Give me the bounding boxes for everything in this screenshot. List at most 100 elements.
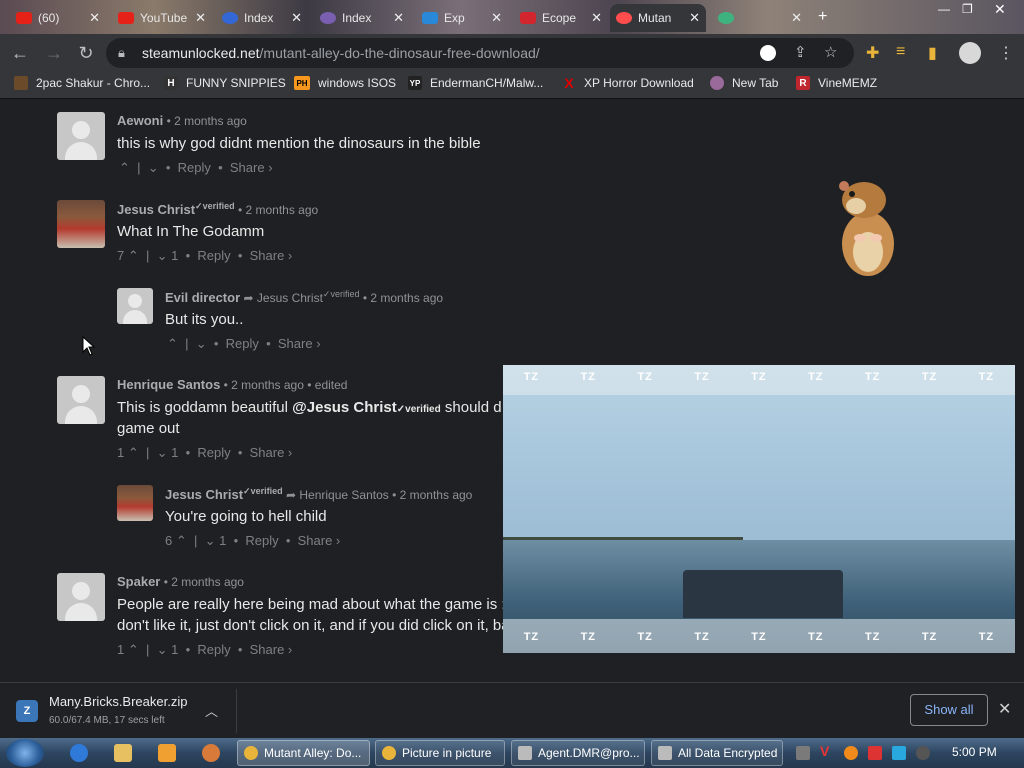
close-icon[interactable]: ✕ xyxy=(195,10,206,26)
bookmark-item[interactable]: X XP Horror Download xyxy=(562,75,694,91)
comment-time[interactable]: 2 months ago xyxy=(174,114,247,128)
browser-tab[interactable]: Index ✕ xyxy=(216,4,308,32)
tray-monitor-icon[interactable] xyxy=(892,746,906,760)
restore-icon[interactable]: ❐ xyxy=(962,2,973,16)
picture-in-picture-video[interactable]: TZ TZ TZ TZ TZ TZ TZ TZ TZ TZ TZ TZ TZ T… xyxy=(503,365,1015,653)
browser-tab[interactable]: (60) ✕ xyxy=(10,4,106,32)
close-icon[interactable]: ✕ xyxy=(89,10,100,26)
browser-tab[interactable]: YouTube ✕ xyxy=(112,4,212,32)
share-link[interactable]: Share › xyxy=(250,248,293,263)
tray-v-icon[interactable]: V xyxy=(820,743,834,759)
downvote-icon[interactable]: ⌄ xyxy=(148,160,159,175)
tray-flag-icon[interactable] xyxy=(868,746,882,760)
google-icon[interactable] xyxy=(760,45,776,61)
media-control-icon[interactable]: ≡ xyxy=(896,43,905,61)
upvote-icon[interactable]: ⌃ xyxy=(128,248,139,263)
reply-link[interactable]: Reply xyxy=(178,160,211,175)
close-icon[interactable]: ✕ xyxy=(591,10,602,26)
share-icon[interactable]: ⇪ xyxy=(794,43,807,61)
downvote-icon[interactable]: ⌄ xyxy=(157,642,168,657)
tray-app-icon[interactable] xyxy=(796,746,810,760)
system-clock[interactable]: 5:00 PM xyxy=(952,745,997,759)
close-icon[interactable]: ✕ xyxy=(393,10,404,26)
close-icon[interactable]: ✕ xyxy=(291,10,302,26)
mention-link[interactable]: @Jesus Christ xyxy=(292,399,397,416)
show-all-button[interactable]: Show all xyxy=(910,694,988,726)
reply-to-author[interactable]: Jesus Christ xyxy=(257,291,323,305)
share-link[interactable]: Share › xyxy=(230,160,273,175)
close-icon[interactable]: ✕ xyxy=(998,699,1011,719)
menu-icon[interactable]: ⋮ xyxy=(998,43,1014,63)
avatar[interactable] xyxy=(57,200,105,248)
comment-author[interactable]: Jesus Christ xyxy=(165,487,243,502)
tray-volume-icon[interactable] xyxy=(916,746,930,760)
start-button-icon[interactable] xyxy=(6,739,44,767)
comment-author[interactable]: Spaker xyxy=(117,574,160,589)
taskbar-item[interactable]: Mutant Alley: Do... xyxy=(237,740,370,766)
browser-tab[interactable]: Index ✕ xyxy=(314,4,410,32)
comment-time[interactable]: 2 months ago xyxy=(231,378,304,392)
folder-icon[interactable] xyxy=(114,744,132,762)
upvote-icon[interactable]: ⌃ xyxy=(128,445,139,460)
downvote-icon[interactable]: ⌄ xyxy=(196,336,207,351)
avatar[interactable] xyxy=(117,288,153,324)
new-tab-icon[interactable]: + xyxy=(818,8,827,26)
browser-tab[interactable]: Ecope ✕ xyxy=(514,4,608,32)
avatar[interactable] xyxy=(57,376,105,424)
downvote-icon[interactable]: ⌄ xyxy=(157,445,168,460)
side-panel-icon[interactable]: ▮ xyxy=(928,43,937,63)
avatar[interactable] xyxy=(57,573,105,621)
taskbar-item[interactable]: Agent.DMR@pro... xyxy=(511,740,645,766)
reply-link[interactable]: Reply xyxy=(245,533,278,548)
comment-author[interactable]: Evil director xyxy=(165,290,240,305)
comment-author[interactable]: Jesus Christ xyxy=(117,202,195,217)
reply-link[interactable]: Reply xyxy=(197,642,230,657)
taskbar-item[interactable]: All Data Encrypted xyxy=(651,740,783,766)
taskbar-item[interactable]: Picture in picture xyxy=(375,740,505,766)
share-link[interactable]: Share › xyxy=(250,445,293,460)
bookmark-item[interactable]: PH windows ISOS xyxy=(294,76,396,90)
upvote-icon[interactable]: ⌃ xyxy=(176,533,187,548)
forward-icon[interactable]: → xyxy=(42,41,66,65)
reload-icon[interactable]: ↻ xyxy=(74,41,98,65)
downvote-icon[interactable]: ⌄ xyxy=(205,533,216,548)
close-icon[interactable]: ✕ xyxy=(689,10,700,26)
downvote-icon[interactable]: ⌄ xyxy=(157,248,168,263)
url-text[interactable]: steamunlocked.net/mutant-alley-do-the-di… xyxy=(142,45,540,61)
bookmark-item[interactable]: H FUNNY SNIPPIES xyxy=(164,76,286,90)
reply-link[interactable]: Reply xyxy=(226,336,259,351)
bookmark-item[interactable]: R VineMEMZ xyxy=(796,76,877,90)
reply-to-author[interactable]: Henrique Santos xyxy=(299,488,388,502)
internet-explorer-icon[interactable] xyxy=(70,744,88,762)
comment-time[interactable]: 2 months ago xyxy=(171,575,244,589)
close-icon[interactable]: ✕ xyxy=(491,10,502,26)
bookmark-item[interactable]: 2pac Shakur - Chro... xyxy=(14,76,150,90)
download-filename[interactable]: Many.Bricks.Breaker.zip xyxy=(49,694,187,709)
paint-icon[interactable] xyxy=(202,744,220,762)
reply-link[interactable]: Reply xyxy=(197,445,230,460)
address-bar[interactable]: 🔒︎ steamunlocked.net/mutant-alley-do-the… xyxy=(106,38,854,68)
share-link[interactable]: Share › xyxy=(250,642,293,657)
upvote-icon[interactable]: ⌃ xyxy=(119,160,130,175)
upvote-icon[interactable]: ⌃ xyxy=(167,336,178,351)
chevron-up-icon[interactable]: ︿ xyxy=(205,701,218,720)
comment-time[interactable]: 2 months ago xyxy=(370,291,443,305)
close-icon[interactable]: ✕ xyxy=(791,10,802,26)
avatar[interactable] xyxy=(57,112,105,160)
avatar[interactable] xyxy=(117,485,153,521)
comment-author[interactable]: Aewoni xyxy=(117,113,163,128)
share-link[interactable]: Share › xyxy=(278,336,321,351)
comment-time[interactable]: 2 months ago xyxy=(245,203,318,217)
tray-search-icon[interactable] xyxy=(844,746,858,760)
profile-avatar-icon[interactable] xyxy=(959,42,981,64)
reply-link[interactable]: Reply xyxy=(197,248,230,263)
bookmark-star-icon[interactable]: ☆ xyxy=(824,43,837,61)
share-link[interactable]: Share › xyxy=(298,533,341,548)
comment-time[interactable]: 2 months ago xyxy=(400,488,473,502)
upvote-icon[interactable]: ⌃ xyxy=(128,642,139,657)
browser-tab[interactable]: ✕ xyxy=(712,4,808,32)
minimize-icon[interactable]: — xyxy=(938,2,950,16)
extensions-icon[interactable]: ✚ xyxy=(866,43,879,63)
media-player-icon[interactable] xyxy=(158,744,176,762)
bookmark-item[interactable]: New Tab xyxy=(710,76,778,90)
